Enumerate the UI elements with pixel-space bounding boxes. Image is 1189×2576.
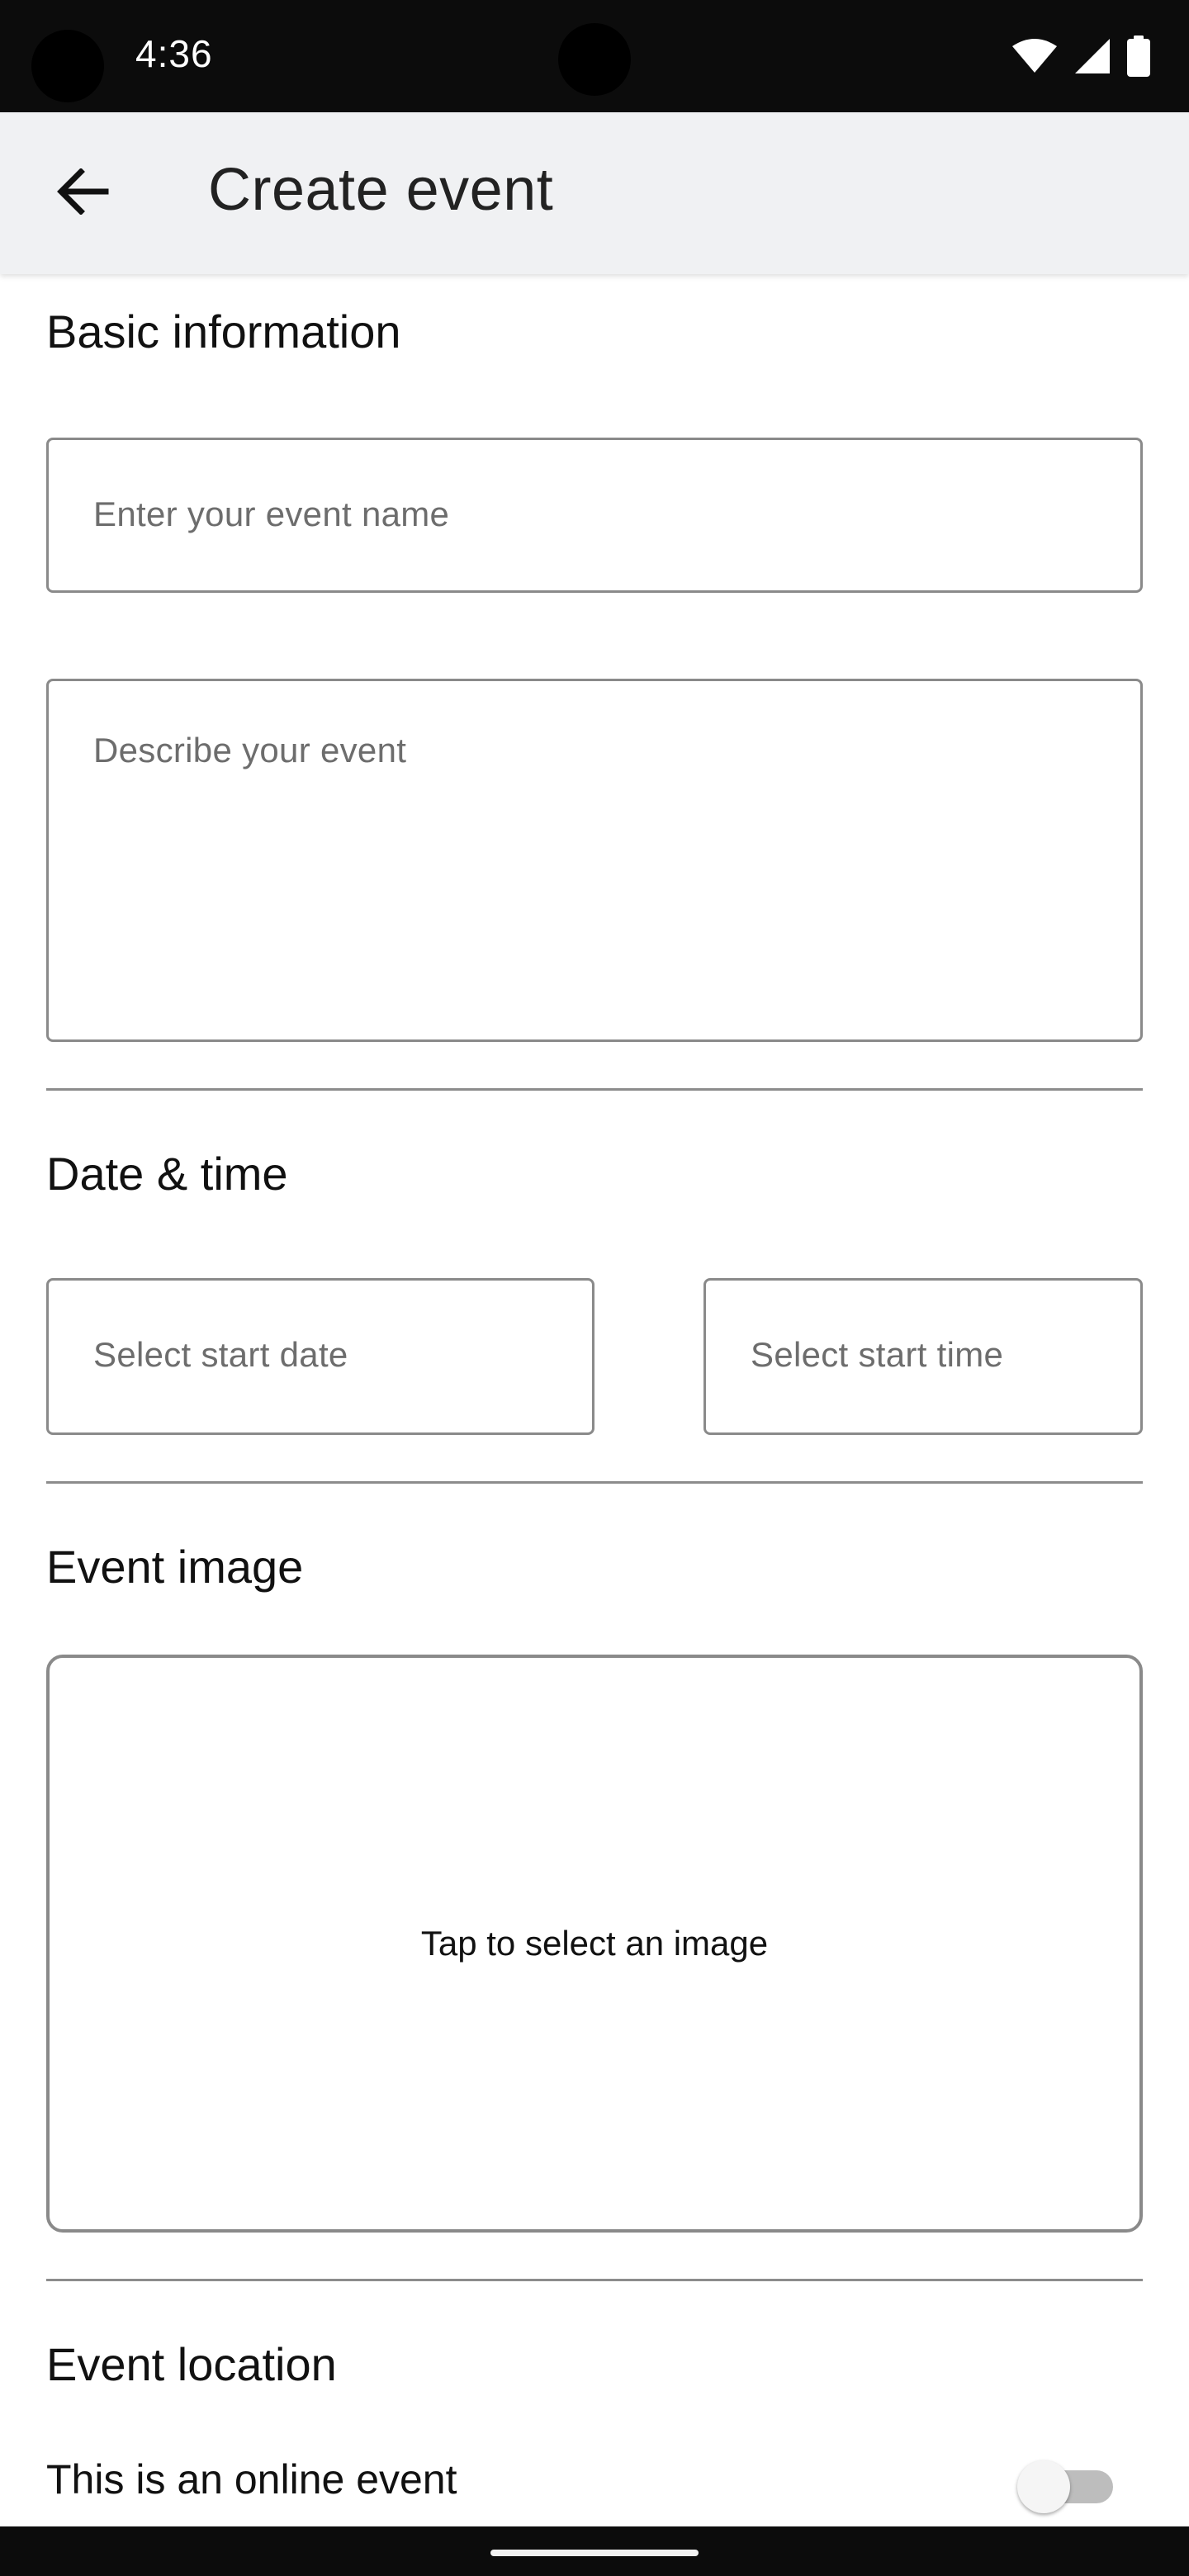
wifi-icon xyxy=(1011,38,1059,74)
event-name-placeholder: Enter your event name xyxy=(93,495,450,533)
online-event-toggle[interactable] xyxy=(1017,2460,1116,2513)
section-divider xyxy=(46,1088,1143,1091)
event-location-heading: Event location xyxy=(46,2338,337,2390)
battery-icon xyxy=(1126,36,1151,77)
camera-cutout xyxy=(558,23,631,96)
app-bar: Create event xyxy=(0,112,1189,274)
event-name-input[interactable]: Enter your event name xyxy=(46,438,1143,593)
arrow-left-icon xyxy=(56,167,109,219)
back-button[interactable] xyxy=(38,149,127,238)
date-time-heading: Date & time xyxy=(46,1148,288,1200)
online-event-label: This is an online event xyxy=(46,2456,457,2503)
start-time-input[interactable]: Select start time xyxy=(703,1278,1143,1435)
start-date-input[interactable]: Select start date xyxy=(46,1278,594,1435)
image-picker[interactable]: Tap to select an image xyxy=(46,1655,1143,2233)
event-description-placeholder: Describe your event xyxy=(93,731,407,769)
status-time: 4:36 xyxy=(135,32,213,75)
page-title: Create event xyxy=(208,157,554,223)
image-picker-label: Tap to select an image xyxy=(420,1924,769,1963)
start-date-placeholder: Select start date xyxy=(93,1335,348,1374)
event-description-input[interactable]: Describe your event xyxy=(46,679,1143,1042)
toggle-thumb xyxy=(1017,2460,1070,2513)
section-divider xyxy=(46,1481,1143,1484)
status-icons xyxy=(1011,33,1151,79)
home-gesture-handle[interactable] xyxy=(490,2550,699,2556)
section-divider xyxy=(46,2279,1143,2281)
create-event-screen: 4:36 Create event Basic information Ente… xyxy=(0,0,1189,2576)
start-time-placeholder: Select start time xyxy=(751,1335,1004,1374)
cellular-signal-icon xyxy=(1073,37,1111,75)
camera-cutout xyxy=(31,30,104,102)
basic-information-heading: Basic information xyxy=(46,305,401,358)
status-bar: 4:36 xyxy=(0,0,1189,112)
navigation-bar xyxy=(0,2526,1189,2576)
event-image-heading: Event image xyxy=(46,1541,304,1593)
